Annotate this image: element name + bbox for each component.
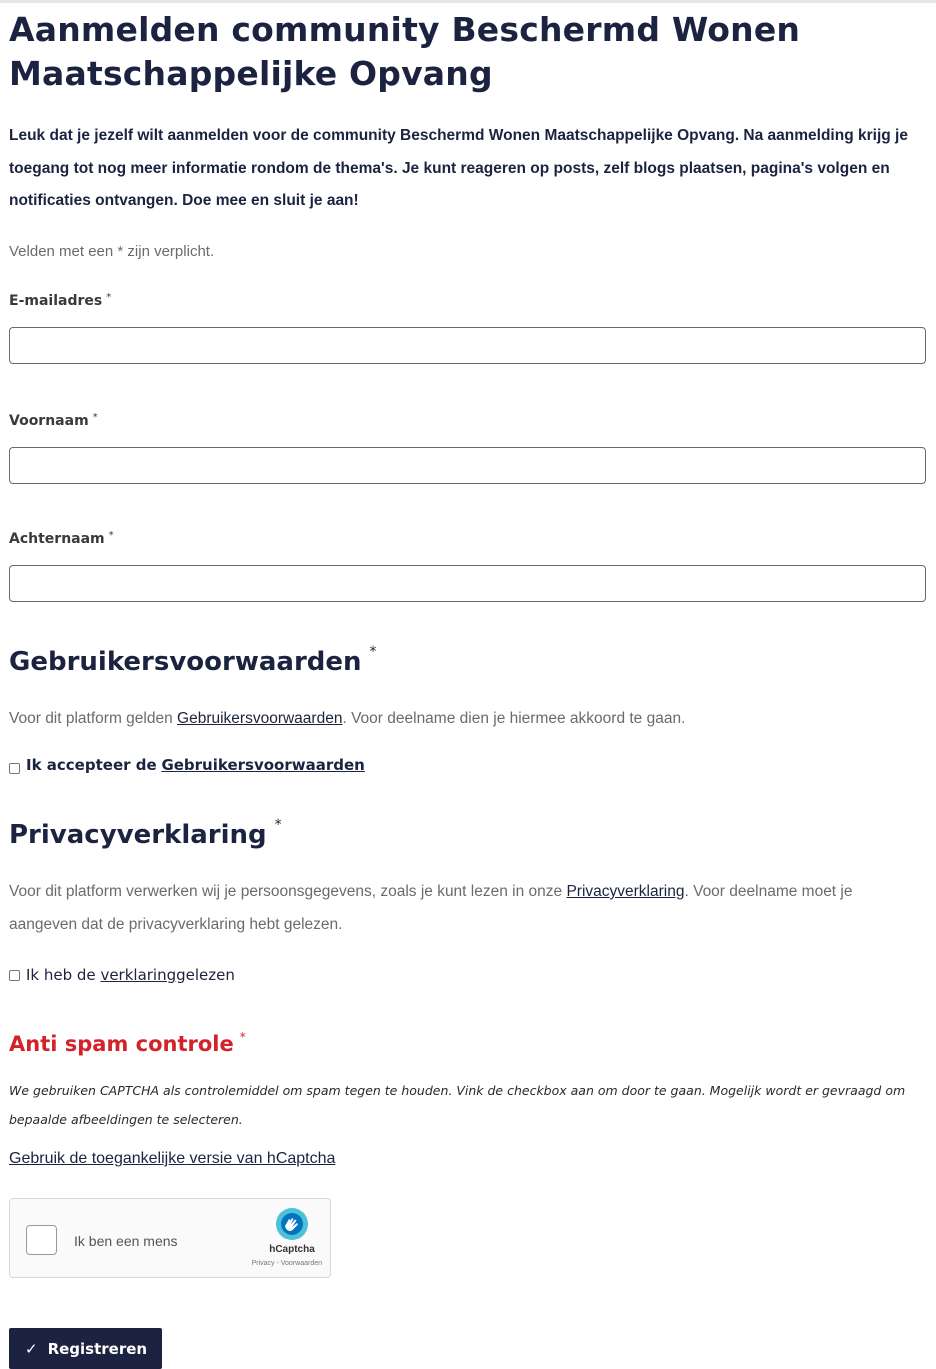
- terms-text-after: . Voor deelname dien je hiermee akkoord …: [342, 710, 686, 727]
- required-marker: *: [274, 817, 282, 833]
- spam-heading-text: Anti spam controle: [9, 1032, 234, 1056]
- privacy-checkbox-link[interactable]: verklaring: [100, 966, 176, 984]
- required-marker: *: [106, 292, 112, 303]
- captcha-checkbox[interactable]: [26, 1225, 57, 1255]
- firstname-label: Voornaam *: [9, 412, 98, 429]
- register-button-label: Registreren: [47, 1339, 148, 1358]
- top-border: [0, 0, 936, 3]
- email-label: E-mailadres *: [9, 292, 112, 309]
- privacy-heading-text: Privacyverklaring: [9, 820, 267, 850]
- hcaptcha-logo-icon: [276, 1208, 308, 1240]
- intro-text: Leuk dat je jezelf wilt aanmelden voor d…: [9, 127, 908, 209]
- terms-checkbox[interactable]: [9, 762, 20, 774]
- required-marker: *: [369, 644, 377, 660]
- captcha-links[interactable]: Privacy - Voorwaarden: [230, 1260, 322, 1267]
- terms-checkbox-row[interactable]: Ik accepteer de Gebruikersvoorwaarden: [9, 756, 365, 774]
- firstname-field[interactable]: [9, 447, 926, 484]
- terms-heading-text: Gebruikersvoorwaarden: [9, 647, 362, 677]
- terms-text: Voor dit platform gelden Gebruikersvoorw…: [9, 703, 924, 736]
- accessible-captcha-link[interactable]: Gebruik de toegankelijke versie van hCap…: [9, 1150, 335, 1168]
- required-marker: *: [108, 530, 114, 541]
- terms-heading: Gebruikersvoorwaarden *: [9, 644, 377, 677]
- privacy-checkbox-row[interactable]: Ik heb de verklaring gelezen: [9, 966, 235, 984]
- terms-link[interactable]: Gebruikersvoorwaarden: [177, 710, 342, 727]
- privacy-checkbox-after: gelezen: [176, 966, 235, 984]
- privacy-link[interactable]: Privacyverklaring: [566, 883, 684, 900]
- page-title: Aanmelden community Beschermd Wonen Maat…: [9, 10, 801, 93]
- privacy-text: Voor dit platform verwerken wij je perso…: [9, 876, 924, 941]
- terms-checkbox-link[interactable]: Gebruikersvoorwaarden: [161, 756, 364, 774]
- captcha-label: Ik ben een mens: [74, 1233, 178, 1249]
- required-marker: *: [92, 412, 98, 423]
- lastname-label: Achternaam *: [9, 530, 114, 547]
- privacy-heading: Privacyverklaring *: [9, 817, 282, 850]
- required-note: Velden met een * zijn verplicht.: [9, 243, 215, 260]
- captcha-brand: hCaptcha: [269, 1244, 315, 1255]
- hcaptcha-widget: Ik ben een mens hCaptcha Privacy - Voorw…: [9, 1198, 331, 1278]
- privacy-checkbox-label: Ik heb de: [26, 966, 96, 984]
- required-marker: *: [239, 1030, 246, 1044]
- checkmark-icon: ✓: [25, 1339, 38, 1358]
- terms-text-before: Voor dit platform gelden: [9, 710, 178, 727]
- email-field[interactable]: [9, 327, 926, 364]
- email-label-text: E-mailadres: [9, 293, 103, 309]
- spam-text: We gebruiken CAPTCHA als controlemiddel …: [9, 1083, 906, 1127]
- privacy-text-before: Voor dit platform verwerken wij je perso…: [9, 883, 567, 900]
- privacy-checkbox[interactable]: [9, 969, 20, 981]
- lastname-field[interactable]: [9, 565, 926, 602]
- spam-heading: Anti spam controle *: [9, 1030, 246, 1056]
- terms-checkbox-label: Ik accepteer de: [26, 756, 157, 774]
- firstname-label-text: Voornaam: [9, 413, 89, 429]
- lastname-label-text: Achternaam: [9, 531, 105, 547]
- register-button[interactable]: ✓ Registreren: [9, 1328, 162, 1369]
